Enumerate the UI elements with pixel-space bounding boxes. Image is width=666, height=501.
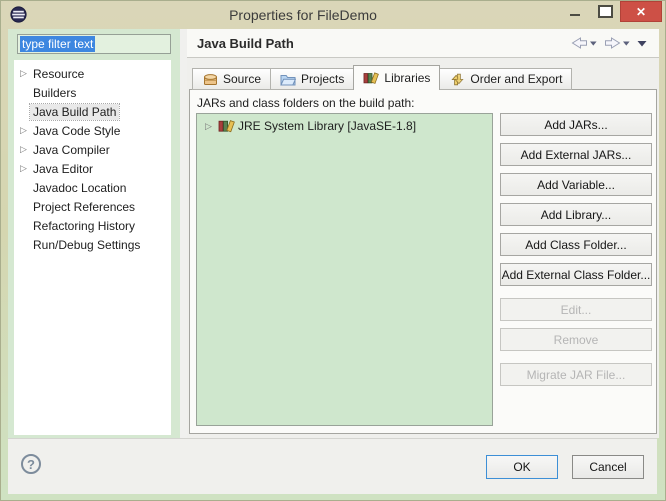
window-controls: [560, 1, 662, 22]
titlebar: Properties for FileDemo: [1, 1, 665, 29]
sidebar: type filter text Resource Builders Java Bu…: [8, 29, 180, 438]
forward-button[interactable]: [602, 35, 632, 51]
add-external-class-folder-button[interactable]: Add External Class Folder...: [500, 263, 652, 286]
tab-bar: Source Projects Libraries Order and Export: [192, 65, 571, 90]
sidebar-item-label: Java Build Path: [30, 104, 119, 120]
sidebar-item-label: Builders: [30, 85, 79, 101]
sidebar-item-java-editor[interactable]: Java Editor: [14, 159, 171, 178]
expander-icon[interactable]: [17, 68, 30, 79]
expander-icon[interactable]: [202, 121, 215, 132]
tab-label: Libraries: [384, 71, 430, 85]
add-jars-button[interactable]: Add JARs...: [500, 113, 652, 136]
cancel-button[interactable]: Cancel: [572, 455, 644, 479]
filter-input[interactable]: type filter text: [17, 34, 171, 54]
add-library-button[interactable]: Add Library...: [500, 203, 652, 226]
sidebar-item-label: Java Code Style: [30, 123, 123, 139]
edit-button: Edit...: [500, 298, 652, 321]
sidebar-item-label: Java Compiler: [30, 142, 113, 158]
tab-label: Order and Export: [470, 72, 562, 86]
sidebar-item-label: Run/Debug Settings: [30, 237, 143, 253]
ok-button[interactable]: OK: [486, 455, 558, 479]
minimize-button[interactable]: [560, 1, 590, 22]
expander-icon[interactable]: [17, 163, 30, 174]
sidebar-item-project-references[interactable]: Project References: [14, 197, 171, 216]
page-title: Java Build Path: [197, 36, 294, 51]
sidebar-item-java-compiler[interactable]: Java Compiler: [14, 140, 171, 159]
migrate-jar-file-button: Migrate JAR File...: [500, 363, 652, 386]
menu-triangle-icon: [637, 40, 647, 47]
sidebar-item-resource[interactable]: Resource: [14, 64, 171, 83]
main-panel: Java Build Path Source Projects Libraries O…: [187, 29, 659, 438]
sidebar-sash[interactable]: [180, 29, 187, 438]
view-menu-button[interactable]: [635, 38, 649, 49]
window-frame-bottom: [1, 492, 665, 500]
window-title: Properties for FileDemo: [61, 7, 545, 23]
back-dropdown-icon: [590, 41, 597, 46]
build-path-caption: JARs and class folders on the build path…: [197, 96, 414, 110]
sidebar-item-builders[interactable]: Builders: [14, 83, 171, 102]
add-variable-button[interactable]: Add Variable...: [500, 173, 652, 196]
sidebar-item-java-code-style[interactable]: Java Code Style: [14, 121, 171, 140]
footer-bar: OK Cancel: [8, 438, 657, 494]
sidebar-item-label: Refactoring History: [30, 218, 138, 234]
sidebar-item-label: Resource: [30, 66, 87, 82]
tab-source[interactable]: Source: [192, 68, 271, 90]
add-class-folder-button[interactable]: Add Class Folder...: [500, 233, 652, 256]
tab-projects[interactable]: Projects: [270, 68, 354, 90]
sidebar-item-javadoc-location[interactable]: Javadoc Location: [14, 178, 171, 197]
sidebar-item-label: Java Editor: [30, 161, 96, 177]
tab-label: Source: [223, 72, 261, 86]
add-external-jars-button[interactable]: Add External JARs...: [500, 143, 652, 166]
order-export-icon: [449, 72, 465, 86]
tab-libraries[interactable]: Libraries: [353, 65, 440, 90]
tab-label: Projects: [301, 72, 344, 86]
folder-icon: [280, 72, 296, 86]
properties-dialog: Properties for FileDemo type filter text…: [0, 0, 666, 501]
back-button[interactable]: [569, 35, 599, 51]
sidebar-item-refactoring-history[interactable]: Refactoring History: [14, 216, 171, 235]
sidebar-item-java-build-path[interactable]: Java Build Path: [14, 102, 171, 121]
forward-dropdown-icon: [623, 41, 630, 46]
expander-icon[interactable]: [17, 144, 30, 155]
tree-item-label: JRE System Library [JavaSE-1.8]: [238, 119, 416, 133]
expander-icon[interactable]: [17, 125, 30, 136]
remove-button: Remove: [500, 328, 652, 351]
footer-buttons: OK Cancel: [486, 455, 644, 479]
eclipse-icon: [10, 6, 27, 23]
tree-item-jre-system-library-javase-1-8[interactable]: JRE System Library [JavaSE-1.8]: [197, 114, 492, 133]
jars-tree[interactable]: JRE System Library [JavaSE-1.8]: [196, 113, 493, 426]
package-icon: [202, 72, 218, 86]
close-button[interactable]: [620, 1, 662, 22]
library-icon: [218, 119, 235, 133]
sidebar-item-run-debug-settings[interactable]: Run/Debug Settings: [14, 235, 171, 254]
libraries-tab-panel: JARs and class folders on the build path…: [189, 89, 657, 434]
library-buttons: Add JARs... Add External JARs... Add Varia…: [500, 113, 652, 393]
filter-input-text: type filter text: [20, 36, 95, 52]
maximize-button[interactable]: [590, 1, 620, 22]
sidebar-item-label: Project References: [30, 199, 138, 215]
header-nav: [569, 35, 649, 51]
tab-order-and-export[interactable]: Order and Export: [439, 68, 572, 90]
sidebar-item-label: Javadoc Location: [30, 180, 129, 196]
sidebar-tree: Resource Builders Java Build Path Java Code…: [14, 60, 171, 435]
page-header: Java Build Path: [187, 29, 659, 58]
library-icon: [363, 71, 379, 85]
help-button[interactable]: [21, 454, 41, 474]
